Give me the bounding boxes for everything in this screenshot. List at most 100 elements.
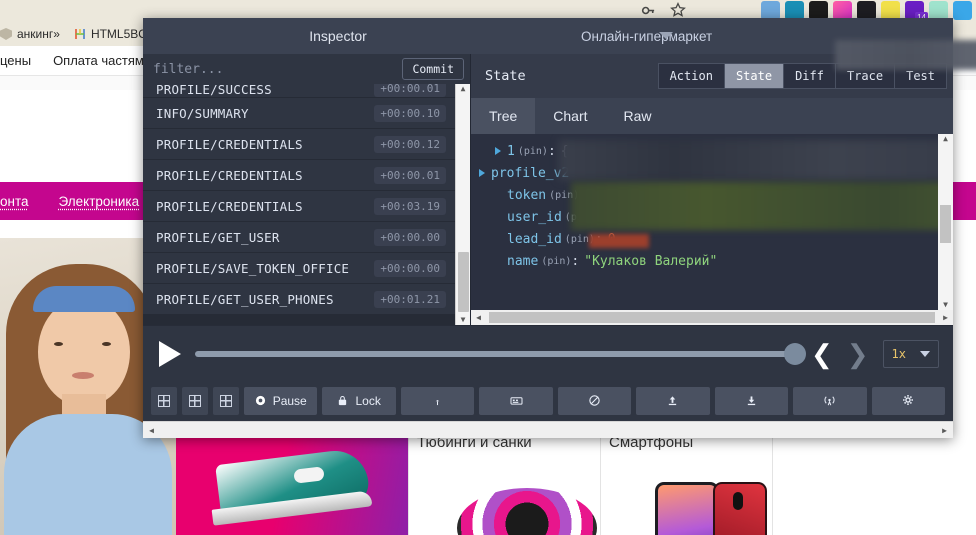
state-tree-vertical-scrollbar[interactable]: ▲ ▼	[938, 134, 953, 310]
action-row[interactable]: PROFILE/SUCCESS +00:00.01	[143, 84, 455, 98]
monitor-segment-action[interactable]: Action	[658, 63, 724, 89]
product-card-smartphones[interactable]: Смартфоны 8:16	[600, 430, 772, 535]
grid-icon	[158, 395, 170, 407]
expand-arrow-icon[interactable]	[479, 169, 485, 177]
layout-left-button[interactable]	[151, 387, 177, 415]
search-input[interactable]	[153, 62, 402, 77]
action-row[interactable]: PROFILE/CREDENTIALS +00:00.01	[143, 160, 455, 191]
window-title: Inspector	[143, 28, 533, 44]
tree-separator: :	[571, 254, 579, 269]
redux-devtools-window: Inspector Онлайн-гипермаркет Commit PROF…	[143, 18, 953, 438]
scroll-left-icon[interactable]: ◀	[472, 313, 485, 322]
bookmark-label: анкинг»	[17, 27, 60, 41]
redacted-overlay-root	[559, 140, 938, 180]
shield-icon	[0, 28, 12, 40]
tab-tree[interactable]: Tree	[471, 98, 535, 134]
inspector-tabs: Tree Chart Raw	[471, 98, 953, 134]
bookmark-item-0[interactable]: анкинг»	[0, 27, 60, 41]
action-row[interactable]: PROFILE/CREDENTIALS +00:00.12	[143, 129, 455, 160]
screen: 14 анкинг» HTML5BOO цены Оплата частям	[0, 0, 976, 535]
sweep-button[interactable]	[558, 387, 631, 415]
commit-button[interactable]: Commit	[402, 58, 464, 80]
tree-node[interactable]: name (pin): "Кулаков Валерий"	[479, 250, 938, 272]
product-card-tubing[interactable]: Тюбинги и санки	[408, 430, 600, 535]
grid-icon	[220, 395, 232, 407]
chevron-right-icon[interactable]: ❯	[847, 341, 869, 367]
import-button[interactable]	[636, 387, 709, 415]
settings-button[interactable]	[872, 387, 945, 415]
devtools-horizontal-scrollbar[interactable]: ◀ ▶	[143, 421, 953, 438]
tree-key: user_id	[507, 210, 562, 225]
bookmark-star-icon[interactable]	[670, 2, 686, 18]
action-row[interactable]: PROFILE/SAVE_TOKEN_OFFICE +00:00.00	[143, 253, 455, 284]
grid-icon	[189, 395, 201, 407]
monitor-segment-diff[interactable]: Diff	[783, 63, 835, 89]
scroll-right-icon[interactable]: ▶	[939, 313, 952, 322]
tab-chart[interactable]: Chart	[535, 98, 605, 134]
site-nav-item-1[interactable]: Оплата частям	[53, 53, 144, 68]
tab-raw[interactable]: Raw	[606, 98, 670, 134]
key-icon[interactable]	[640, 2, 656, 18]
redacted-overlay-token	[571, 182, 938, 230]
lock-button[interactable]: Lock	[322, 387, 395, 415]
state-tree-inner: 1(pin):{profile_v2token(pin):user_id(pin…	[471, 134, 953, 310]
action-row[interactable]: PROFILE/CREDENTIALS +00:03.19	[143, 191, 455, 222]
extension-icon-9[interactable]	[953, 1, 972, 20]
action-row[interactable]: INFO/SUMMARY +00:00.10	[143, 98, 455, 129]
expand-arrow-icon[interactable]	[495, 147, 501, 155]
tree-key: profile_v2	[491, 166, 569, 181]
tree-node[interactable]: lead_id(pin):0	[479, 228, 938, 250]
omnibox-icons	[640, 2, 686, 18]
pause-button[interactable]: Pause	[244, 387, 317, 415]
play-icon[interactable]	[159, 341, 181, 367]
persist-button[interactable]	[401, 387, 474, 415]
export-button[interactable]	[715, 387, 788, 415]
action-list-wrap: PROFILE/SUCCESS +00:00.01 INFO/SUMMARY +00:…	[143, 84, 470, 325]
scrollbar-thumb[interactable]	[458, 252, 469, 312]
scroll-down-icon[interactable]: ▼	[461, 316, 466, 324]
scroll-up-icon[interactable]: ▲	[461, 85, 466, 93]
tree-separator: :	[548, 144, 556, 159]
scrollbar-thumb[interactable]	[940, 205, 951, 243]
action-row[interactable]: PROFILE/GET_USER_PHONES +00:01.21	[143, 284, 455, 315]
filter-row: Commit	[143, 54, 470, 84]
tree-value: "Кулаков Валерий"	[584, 254, 717, 269]
action-name: INFO/SUMMARY	[156, 106, 249, 121]
category-item-0[interactable]: онта	[0, 194, 29, 209]
action-timestamp: +00:01.21	[374, 291, 446, 308]
dispatcher-button[interactable]	[479, 387, 552, 415]
redacted-overlay-userid	[589, 234, 649, 248]
layout-bottom-button[interactable]	[213, 387, 239, 415]
chevron-down-icon	[920, 351, 930, 357]
chevron-left-icon[interactable]: ❮	[811, 341, 833, 367]
slider-knob[interactable]	[784, 343, 806, 365]
action-name: PROFILE/CREDENTIALS	[156, 199, 303, 214]
speed-select[interactable]: 1x	[883, 340, 939, 368]
action-timestamp: +00:00.00	[374, 229, 446, 246]
site-nav-item-0[interactable]: цены	[0, 53, 31, 68]
action-list-scrollbar[interactable]: ▲ ▼	[455, 84, 470, 325]
product-card-iron[interactable]	[176, 438, 408, 535]
remote-button[interactable]	[793, 387, 866, 415]
layout-right-button[interactable]	[182, 387, 208, 415]
tree-pin-label: (pin)	[541, 256, 571, 267]
broadcast-icon	[823, 394, 836, 409]
time-travel-slider[interactable]	[195, 351, 797, 357]
tree-pin-label: (pin)	[518, 146, 548, 157]
product-card-next[interactable]	[772, 430, 976, 535]
action-row[interactable]: PROFILE/GET_USER +00:00.00	[143, 222, 455, 253]
scroll-up-icon[interactable]: ▲	[943, 135, 948, 143]
scroll-down-icon[interactable]: ▼	[943, 301, 948, 309]
chevron-down-icon[interactable]	[659, 32, 673, 39]
action-name: PROFILE/SAVE_TOKEN_OFFICE	[156, 261, 349, 276]
scrollbar-thumb[interactable]	[489, 312, 935, 323]
scroll-right-icon[interactable]: ▶	[938, 426, 951, 435]
action-timestamp: +00:00.01	[374, 84, 446, 97]
action-name: PROFILE/CREDENTIALS	[156, 137, 303, 152]
product-image-tubing	[417, 458, 592, 535]
scroll-left-icon[interactable]: ◀	[145, 426, 158, 435]
monitor-segment-state[interactable]: State	[724, 63, 783, 89]
monitor-label: State	[485, 68, 658, 84]
category-item-1[interactable]: Электроника	[59, 194, 140, 209]
state-tree-horizontal-scrollbar[interactable]: ◀ ▶	[471, 310, 953, 325]
